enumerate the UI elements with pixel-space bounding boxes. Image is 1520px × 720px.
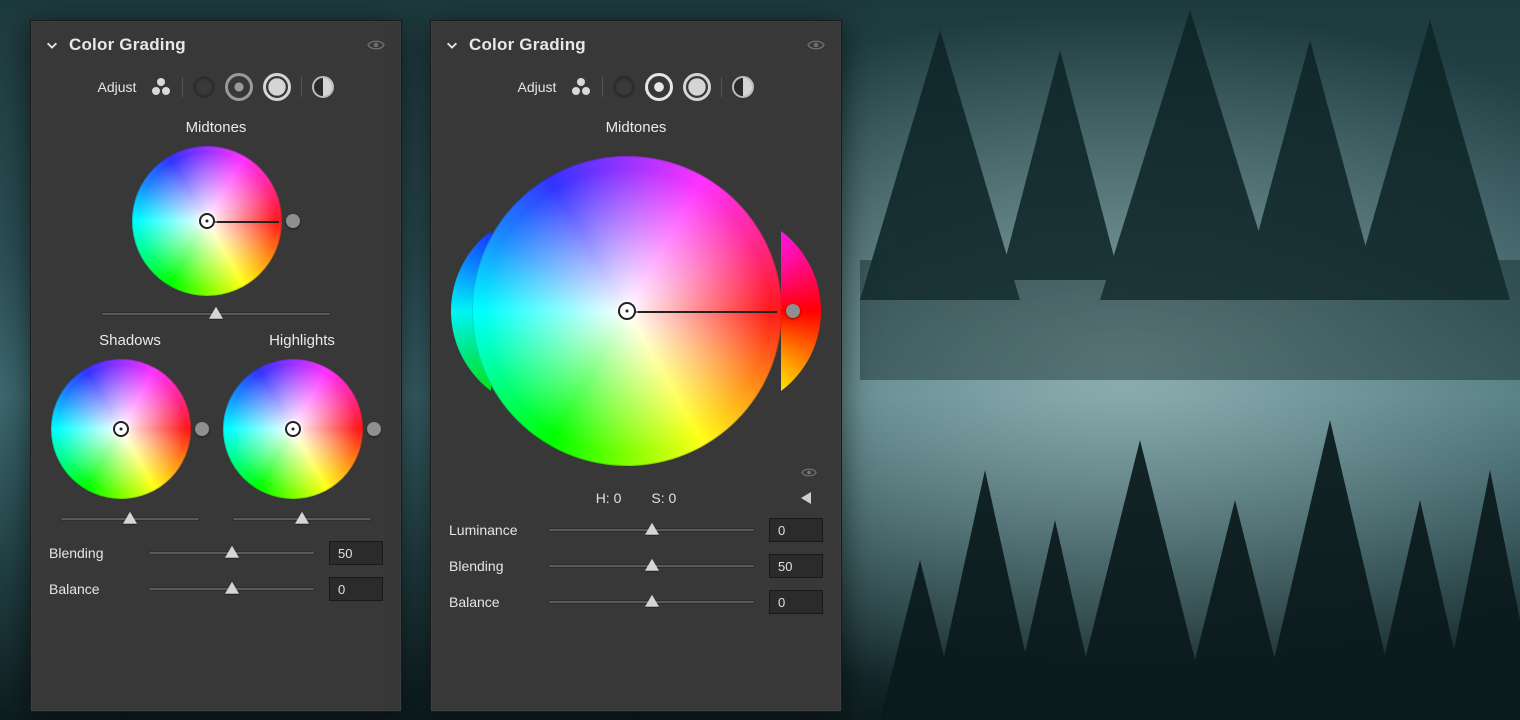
midtones-mode-icon[interactable] bbox=[225, 73, 253, 101]
shadows-luminance-slider[interactable] bbox=[60, 517, 200, 521]
highlights-sat-handle[interactable] bbox=[367, 422, 381, 436]
highlights-label: Highlights bbox=[269, 332, 335, 349]
highlights-luminance-slider[interactable] bbox=[232, 517, 372, 521]
saturation-readout[interactable]: S: 0 bbox=[651, 490, 676, 506]
midtones-sat-handle[interactable] bbox=[786, 304, 800, 318]
color-grading-panel-single: Color Grading Adjust Midtones bbox=[430, 20, 842, 712]
midtones-color-wheel[interactable] bbox=[132, 146, 282, 296]
global-mode-icon[interactable] bbox=[732, 76, 754, 98]
midtones-mode-icon[interactable] bbox=[645, 73, 673, 101]
shadows-mode-icon[interactable] bbox=[193, 76, 215, 98]
global-mode-icon[interactable] bbox=[312, 76, 334, 98]
visibility-icon[interactable] bbox=[367, 39, 385, 51]
balance-label: Balance bbox=[49, 581, 134, 597]
three-wheel-mode-icon[interactable] bbox=[150, 76, 172, 98]
separator bbox=[301, 77, 302, 97]
blending-value[interactable]: 50 bbox=[769, 554, 823, 578]
balance-slider[interactable] bbox=[548, 600, 755, 604]
panel-title: Color Grading bbox=[69, 35, 186, 55]
disclosure-icon[interactable] bbox=[801, 492, 811, 504]
adjust-label: Adjust bbox=[98, 79, 137, 95]
balance-slider[interactable] bbox=[148, 587, 315, 591]
midtones-color-wheel[interactable] bbox=[472, 156, 782, 466]
luminance-label: Luminance bbox=[449, 522, 534, 538]
blending-slider[interactable] bbox=[148, 551, 315, 555]
balance-value[interactable]: 0 bbox=[329, 577, 383, 601]
blending-slider[interactable] bbox=[548, 564, 755, 568]
color-grading-panel-3way: Color Grading Adjust Midtones bbox=[30, 20, 402, 712]
midtones-sat-handle[interactable] bbox=[286, 214, 300, 228]
highlights-mode-icon[interactable] bbox=[263, 73, 291, 101]
visibility-icon[interactable] bbox=[807, 39, 825, 51]
luminance-value[interactable]: 0 bbox=[769, 518, 823, 542]
blending-value[interactable]: 50 bbox=[329, 541, 383, 565]
balance-label: Balance bbox=[449, 594, 534, 610]
hue-readout[interactable]: H: 0 bbox=[596, 490, 622, 506]
blending-label: Blending bbox=[449, 558, 534, 574]
shadows-label: Shadows bbox=[99, 332, 161, 349]
separator bbox=[721, 77, 722, 97]
highlights-color-wheel[interactable] bbox=[223, 359, 363, 499]
balance-value[interactable]: 0 bbox=[769, 590, 823, 614]
midtones-luminance-slider[interactable] bbox=[101, 312, 331, 316]
separator bbox=[602, 77, 603, 97]
blending-label: Blending bbox=[49, 545, 134, 561]
three-wheel-mode-icon[interactable] bbox=[570, 76, 592, 98]
collapse-icon[interactable] bbox=[445, 38, 459, 52]
luminance-slider[interactable] bbox=[548, 528, 755, 532]
shadows-sat-handle[interactable] bbox=[195, 422, 209, 436]
shadows-mode-icon[interactable] bbox=[613, 76, 635, 98]
highlights-mode-icon[interactable] bbox=[683, 73, 711, 101]
adjust-label: Adjust bbox=[518, 79, 557, 95]
midtones-label: Midtones bbox=[31, 119, 401, 136]
shadows-color-wheel[interactable] bbox=[51, 359, 191, 499]
panel-title: Color Grading bbox=[469, 35, 586, 55]
separator bbox=[182, 77, 183, 97]
midtones-label: Midtones bbox=[431, 119, 841, 136]
collapse-icon[interactable] bbox=[45, 38, 59, 52]
